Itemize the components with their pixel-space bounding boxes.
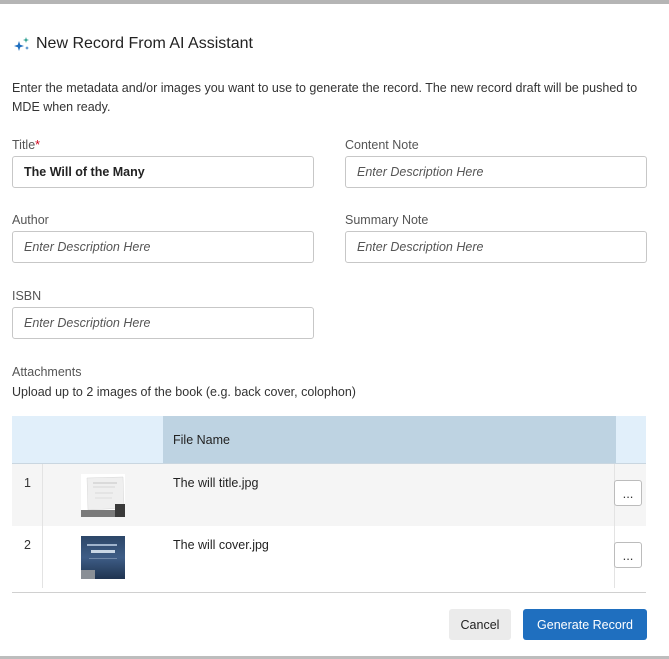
cover-thumbnail [81,536,125,579]
title-page-thumbnail [81,474,125,517]
dialog-top-border [0,0,669,4]
row-actions-button[interactable]: ... [614,480,642,506]
required-asterisk: * [35,138,41,152]
table-header: File Name [12,416,646,464]
content-note-placeholder: Enter Description Here [357,165,484,179]
isbn-label: ISBN [12,289,42,303]
sparkle-icon [14,37,29,51]
row-actions-button[interactable]: ... [614,542,642,568]
isbn-input[interactable]: Enter Description Here [12,307,314,339]
author-label: Author [12,213,49,227]
attachments-label: Attachments [12,365,82,379]
more-icon: ... [622,547,634,563]
table-row[interactable]: 1 The will title.jpg ... [12,464,646,526]
row-index: 2 [24,538,31,552]
summary-note-label: Summary Note [345,213,429,227]
table-row[interactable]: 2 The will cover.jpg ... [12,526,646,588]
column-header-file-name[interactable]: File Name [163,416,616,463]
file-name: The will title.jpg [173,476,259,490]
attachments-help: Upload up to 2 images of the book (e.g. … [12,385,356,399]
isbn-placeholder: Enter Description Here [24,316,151,330]
author-placeholder: Enter Description Here [24,240,151,254]
title-input[interactable]: The Will of the Many [12,156,314,188]
more-icon: ... [622,485,634,501]
title-input-value: The Will of the Many [24,165,145,179]
row-divider [42,526,43,588]
row-divider [42,464,43,526]
file-name: The will cover.jpg [173,538,269,552]
attachments-table: File Name 1 The will title.jpg ... 2 The… [12,416,646,593]
summary-note-placeholder: Enter Description Here [357,240,484,254]
content-note-label: Content Note [345,138,419,152]
dialog-instructions: Enter the metadata and/or images you wan… [12,81,638,114]
content-note-input[interactable]: Enter Description Here [345,156,647,188]
generate-record-button[interactable]: Generate Record [523,609,647,640]
column-header-label: File Name [173,432,230,447]
summary-note-input[interactable]: Enter Description Here [345,231,647,263]
title-label: Title* [12,138,40,152]
author-input[interactable]: Enter Description Here [12,231,314,263]
row-index: 1 [24,476,31,490]
cancel-button[interactable]: Cancel [449,609,511,640]
dialog-title: New Record From AI Assistant [36,35,253,52]
title-label-text: Title [12,138,36,152]
dialog-header: New Record From AI Assistant [12,32,253,56]
